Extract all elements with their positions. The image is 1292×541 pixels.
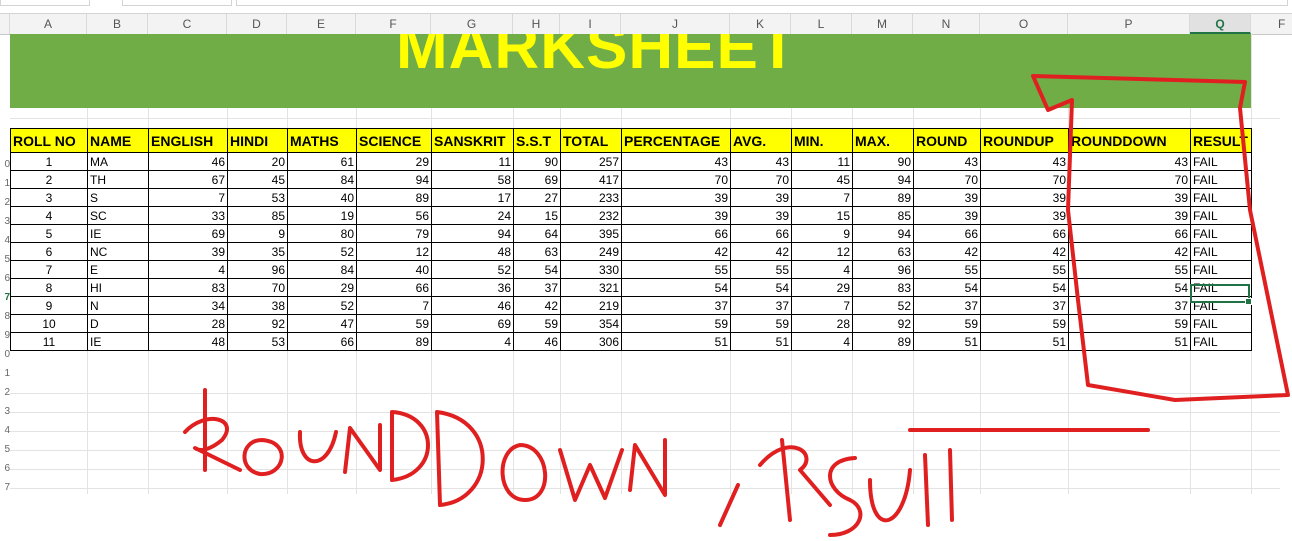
letter-n	[343, 423, 382, 474]
letter-w	[558, 448, 624, 502]
letter-n2	[628, 438, 667, 497]
handwritten-annotation	[183, 74, 1290, 537]
letter-o	[242, 438, 284, 477]
letter-r	[183, 388, 242, 472]
letter-u2	[868, 468, 912, 523]
letter-l	[923, 453, 930, 527]
comma	[718, 483, 740, 527]
letter-e-s	[828, 456, 863, 537]
letter-r2	[758, 438, 832, 522]
letter-d	[390, 410, 430, 482]
letter-o2	[500, 443, 548, 502]
letter-d2	[435, 410, 485, 507]
letter-u	[297, 430, 338, 464]
highlight-box-stroke	[1031, 74, 1290, 402]
letter-t	[948, 448, 954, 522]
